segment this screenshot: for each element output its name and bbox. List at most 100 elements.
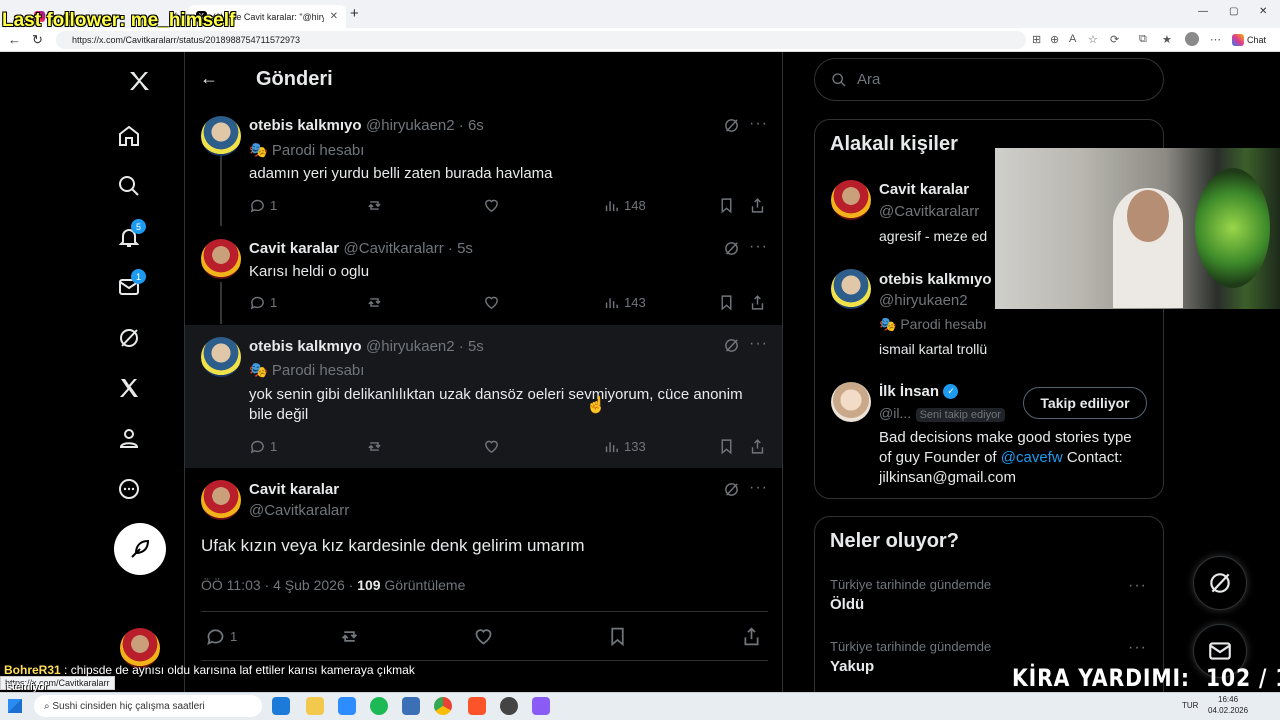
grok-icon[interactable] bbox=[723, 481, 740, 503]
avatar[interactable] bbox=[201, 480, 241, 520]
avatar[interactable] bbox=[201, 337, 241, 377]
brave-icon[interactable] bbox=[468, 697, 486, 715]
profile-avatar[interactable] bbox=[1185, 32, 1199, 46]
share-icon[interactable] bbox=[749, 438, 766, 455]
more-options-icon[interactable]: ··· bbox=[1128, 639, 1147, 657]
new-tab-button[interactable]: + bbox=[350, 5, 359, 22]
menu-dots-icon[interactable]: ⋯ bbox=[1210, 33, 1221, 46]
author-handle[interactable]: @Cavitkaralarr · 5s bbox=[344, 240, 473, 257]
person-handle[interactable]: @Cavitkaralarr bbox=[879, 203, 979, 220]
more-options-icon[interactable]: ··· bbox=[749, 115, 768, 133]
bio-mention-link[interactable]: @cavefw bbox=[1001, 449, 1063, 466]
share-icon[interactable] bbox=[741, 626, 762, 647]
person-name[interactable]: İlk İnsan bbox=[879, 383, 939, 400]
following-button[interactable]: Takip ediliyor bbox=[1023, 387, 1147, 419]
premium-x-icon[interactable] bbox=[114, 373, 144, 403]
author-handle[interactable]: @hiryukaen2 · 6s bbox=[366, 117, 484, 134]
views-button[interactable]: 143 bbox=[603, 294, 646, 311]
author-name[interactable]: Cavit karalar bbox=[249, 240, 339, 257]
post-time[interactable]: ÖÖ 11:03 · 4 Şub 2026 · bbox=[201, 577, 357, 593]
grok-icon[interactable] bbox=[723, 337, 740, 359]
person-handle[interactable]: @hiryukaen2 bbox=[879, 292, 968, 309]
views-button[interactable]: 148 bbox=[603, 197, 646, 214]
close-window-button[interactable]: ✕ bbox=[1259, 6, 1267, 17]
refresh-ext-icon[interactable]: ⟳ bbox=[1110, 33, 1119, 46]
retweet-icon[interactable] bbox=[339, 626, 360, 647]
obs-icon[interactable] bbox=[500, 697, 518, 715]
grok-icon[interactable] bbox=[723, 117, 740, 139]
more-options-icon[interactable]: ··· bbox=[749, 335, 768, 353]
bookmark-icon[interactable] bbox=[607, 626, 628, 647]
back-arrow-icon[interactable]: ← bbox=[200, 68, 218, 89]
avatar[interactable] bbox=[201, 239, 241, 279]
trend-name[interactable]: Yakup bbox=[830, 658, 874, 675]
close-tab-icon[interactable]: ✕ bbox=[330, 11, 338, 22]
chrome-icon[interactable] bbox=[434, 697, 452, 715]
reply-button[interactable]: 1 bbox=[249, 197, 277, 214]
reply-button[interactable]: 1 bbox=[205, 626, 237, 647]
account-avatar[interactable] bbox=[120, 628, 160, 668]
like-heart-icon[interactable] bbox=[483, 197, 500, 214]
like-heart-icon[interactable] bbox=[473, 626, 494, 647]
windows-start-icon[interactable] bbox=[8, 699, 22, 713]
avatar[interactable] bbox=[201, 116, 241, 156]
messages-mail-icon[interactable]: 1 bbox=[114, 269, 146, 302]
like-heart-icon[interactable] bbox=[483, 294, 500, 311]
notifications-bell-icon[interactable]: 5 bbox=[114, 219, 146, 252]
avatar[interactable] bbox=[831, 180, 871, 220]
more-options-icon[interactable]: ··· bbox=[1128, 577, 1147, 595]
reload-icon[interactable]: ↻ bbox=[32, 32, 43, 48]
reply-button[interactable]: 1 bbox=[249, 438, 277, 455]
discord-icon[interactable] bbox=[532, 697, 550, 715]
spotify-icon[interactable] bbox=[370, 697, 388, 715]
edge-icon[interactable] bbox=[272, 697, 290, 715]
reply-button[interactable]: 1 bbox=[249, 294, 277, 311]
more-circle-icon[interactable] bbox=[114, 474, 144, 504]
author-name[interactable]: otebis kalkmıyo bbox=[249, 338, 362, 355]
views-button[interactable]: 133 bbox=[603, 438, 646, 455]
author-handle[interactable]: @hiryukaen2 · 5s bbox=[366, 338, 484, 355]
profile-icon[interactable] bbox=[114, 423, 144, 453]
favorites-icon[interactable]: ★ bbox=[1162, 33, 1172, 46]
url-field[interactable]: https://x.com/Cavitkaralarr/status/20189… bbox=[56, 31, 1026, 49]
retweet-icon[interactable] bbox=[366, 438, 383, 455]
retweet-icon[interactable] bbox=[366, 294, 383, 311]
avatar[interactable] bbox=[831, 269, 871, 309]
favorite-star-icon[interactable]: ☆ bbox=[1088, 33, 1098, 46]
more-options-icon[interactable]: ··· bbox=[749, 479, 768, 497]
input-language[interactable]: TUR bbox=[1182, 701, 1198, 710]
more-options-icon[interactable]: ··· bbox=[749, 238, 768, 256]
bookmark-icon[interactable] bbox=[718, 197, 735, 214]
search-icon[interactable] bbox=[114, 171, 144, 201]
copilot-chat-button[interactable]: Chat bbox=[1232, 31, 1266, 49]
calculator-icon[interactable] bbox=[402, 697, 420, 715]
like-heart-icon[interactable] bbox=[483, 438, 500, 455]
x-logo-icon[interactable] bbox=[124, 66, 154, 96]
maximize-button[interactable]: ▢ bbox=[1229, 6, 1238, 17]
post-button[interactable] bbox=[114, 523, 166, 575]
zoom-icon[interactable]: ⊕ bbox=[1050, 33, 1059, 46]
share-icon[interactable] bbox=[749, 294, 766, 311]
home-icon[interactable] bbox=[114, 121, 144, 151]
taskbar-search[interactable]: ⌕ Sushi cinsiden hiç çalışma saatleri bbox=[34, 695, 262, 717]
person-handle[interactable]: @il... bbox=[879, 405, 911, 421]
store-icon[interactable] bbox=[338, 697, 356, 715]
grok-icon[interactable] bbox=[114, 323, 144, 353]
person-name[interactable]: Cavit karalar bbox=[879, 181, 969, 198]
extensions-icon[interactable]: ⧉ bbox=[1139, 33, 1147, 46]
grok-icon[interactable] bbox=[723, 240, 740, 262]
read-aloud-icon[interactable]: A bbox=[1069, 33, 1076, 45]
system-clock[interactable]: 16:46 04.02.2026 bbox=[1208, 694, 1248, 716]
share-icon[interactable] bbox=[749, 197, 766, 214]
file-explorer-icon[interactable] bbox=[306, 697, 324, 715]
avatar[interactable] bbox=[831, 382, 871, 422]
app-icon[interactable]: ⊞ bbox=[1032, 33, 1041, 46]
grok-float-button[interactable] bbox=[1193, 556, 1247, 610]
trend-name[interactable]: Öldü bbox=[830, 596, 864, 613]
author-handle[interactable]: @Cavitkaralarr bbox=[249, 502, 349, 519]
minimize-button[interactable]: — bbox=[1198, 6, 1208, 17]
back-arrow-icon[interactable]: ← bbox=[8, 32, 21, 47]
bookmark-icon[interactable] bbox=[718, 294, 735, 311]
retweet-icon[interactable] bbox=[366, 197, 383, 214]
person-name[interactable]: otebis kalkmıyo bbox=[879, 271, 992, 288]
